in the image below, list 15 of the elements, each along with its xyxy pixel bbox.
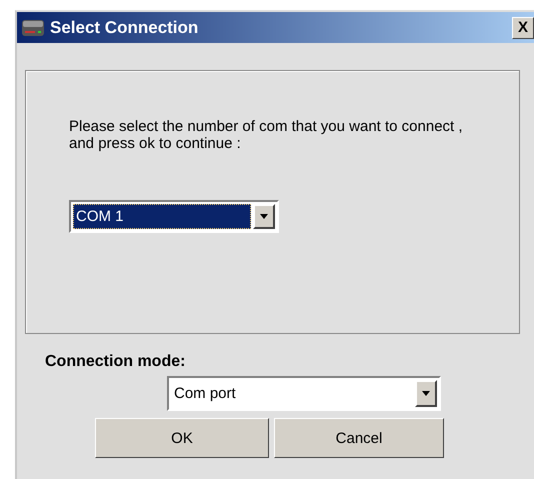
caret-icon xyxy=(260,214,268,219)
dropdown-value: COM 1 xyxy=(73,204,251,229)
connection-mode-label: Connection mode: xyxy=(45,353,186,371)
window-title: Select Connection xyxy=(50,18,200,38)
prompt-text: Please select the number of com that you want to connect , and press ok to continue : xyxy=(69,118,464,152)
dropdown-button[interactable] xyxy=(415,380,437,407)
close-button[interactable]: X xyxy=(512,16,534,38)
caret-icon xyxy=(422,391,430,396)
dropdown[interactable]: Com port xyxy=(167,376,441,411)
dropdown-button[interactable] xyxy=(253,204,275,229)
dropdown[interactable]: COM 1 xyxy=(69,200,279,233)
cancel-button[interactable]: Cancel xyxy=(274,418,444,458)
network-device-icon xyxy=(21,18,45,36)
ok-button[interactable]: OK xyxy=(95,418,269,458)
dropdown-value: Com port xyxy=(173,384,237,404)
